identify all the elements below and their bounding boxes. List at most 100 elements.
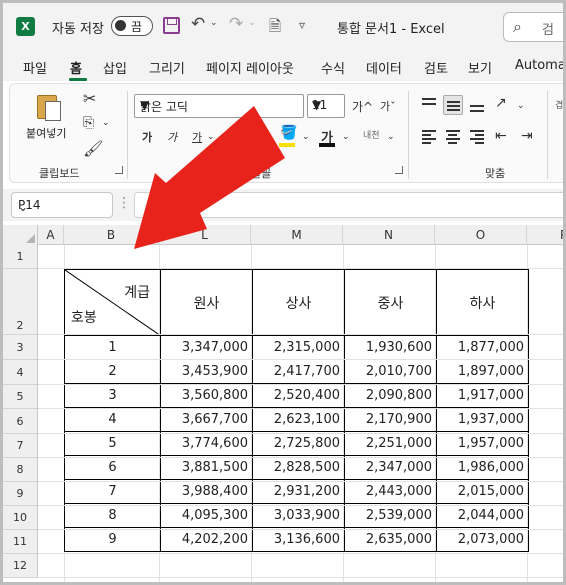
align-center-icon[interactable] [443, 127, 463, 147]
shrink-font-button[interactable]: 가ˇ [380, 98, 396, 114]
step-cell[interactable]: 3 [64, 383, 161, 408]
phonetic-dropdown-icon[interactable]: ⌄ [387, 132, 395, 142]
step-cell[interactable]: 9 [64, 527, 161, 552]
salary-cell[interactable]: 3,988,400 [160, 479, 253, 504]
row-header[interactable]: 6 [3, 409, 38, 434]
salary-cell[interactable]: 2,347,000 [344, 455, 437, 480]
salary-cell[interactable]: 3,667,700 [160, 407, 253, 432]
column-header-p[interactable]: P [527, 225, 563, 245]
salary-cell[interactable]: 2,725,800 [252, 431, 345, 456]
tab-home[interactable]: 홈 [70, 58, 82, 77]
wrap-text-icon[interactable]: 겹 [555, 98, 563, 111]
salary-cell[interactable]: 2,539,000 [344, 503, 437, 528]
salary-cell[interactable]: 4,202,200 [160, 527, 253, 552]
step-cell[interactable]: 4 [64, 407, 161, 432]
salary-cell[interactable]: 1,986,000 [436, 455, 529, 480]
row-header[interactable]: 1 [3, 245, 38, 269]
align-bottom-icon[interactable] [467, 95, 487, 115]
redo-dropdown-icon[interactable]: ⌄ [248, 18, 256, 28]
salary-cell[interactable]: 2,090,800 [344, 383, 437, 408]
salary-cell[interactable]: 1,917,000 [436, 383, 529, 408]
font-launcher-icon[interactable] [395, 166, 403, 174]
column-header-l[interactable]: L [159, 225, 251, 245]
underline-button[interactable]: 가 [192, 129, 202, 145]
step-cell[interactable]: 1 [64, 335, 161, 360]
align-top-icon[interactable] [419, 95, 439, 115]
salary-cell[interactable]: 2,251,000 [344, 431, 437, 456]
salary-cell[interactable]: 2,073,000 [436, 527, 529, 552]
formula-input[interactable] [134, 192, 563, 218]
align-right-icon[interactable] [467, 127, 487, 147]
tab-data[interactable]: 데이터 [366, 58, 402, 77]
paste-icon[interactable] [37, 91, 63, 121]
align-left-icon[interactable] [419, 127, 439, 147]
clipboard-launcher-icon[interactable] [115, 166, 123, 174]
tab-review[interactable]: 검토 [424, 58, 448, 77]
salary-cell[interactable]: 3,774,600 [160, 431, 253, 456]
tab-file[interactable]: 파일 [23, 58, 47, 77]
salary-cell[interactable]: 3,453,900 [160, 359, 253, 384]
step-cell[interactable]: 6 [64, 455, 161, 480]
redo-icon[interactable]: ↷ [229, 14, 243, 34]
column-header-o[interactable]: O [435, 225, 527, 245]
row-header[interactable]: 11 [3, 530, 38, 554]
customize-qat-icon[interactable]: ▿ [299, 18, 305, 32]
name-box[interactable]: P14 ⌄ [11, 192, 113, 218]
step-cell[interactable]: 7 [64, 479, 161, 504]
tab-automate[interactable]: Automat [515, 58, 563, 73]
borders-icon[interactable]: ⊞ [233, 126, 246, 145]
italic-button[interactable]: 가 [167, 129, 177, 145]
bold-button[interactable]: 가 [142, 129, 152, 145]
diagonal-header-cell[interactable]: 계급 호봉 [64, 269, 161, 336]
column-header-a[interactable]: A [38, 225, 64, 245]
print-preview-icon[interactable]: 🗎 [269, 16, 281, 41]
row-header[interactable]: 10 [3, 506, 38, 530]
salary-cell[interactable]: 2,315,000 [252, 335, 345, 360]
save-icon[interactable] [163, 17, 180, 34]
column-header-b[interactable]: B [64, 225, 159, 245]
salary-cell[interactable]: 2,828,500 [252, 455, 345, 480]
column-header-m[interactable]: M [251, 225, 343, 245]
align-middle-icon[interactable] [443, 95, 463, 115]
search-box[interactable]: ⌕ 검 [503, 12, 563, 42]
header-sangsa[interactable]: 상사 [252, 269, 345, 336]
tab-formulas[interactable]: 수식 [321, 58, 345, 77]
cut-icon[interactable]: ✂ [83, 89, 96, 108]
salary-cell[interactable]: 3,136,600 [252, 527, 345, 552]
tab-view[interactable]: 보기 [468, 58, 492, 77]
increase-indent-icon[interactable]: ⇥ [521, 128, 533, 144]
undo-icon[interactable]: ↶ [191, 14, 205, 34]
copy-icon[interactable]: ⎘ [83, 115, 94, 131]
salary-cell[interactable]: 2,931,200 [252, 479, 345, 504]
salary-cell[interactable]: 4,095,300 [160, 503, 253, 528]
step-cell[interactable]: 8 [64, 503, 161, 528]
salary-cell[interactable]: 2,044,000 [436, 503, 529, 528]
salary-cell[interactable]: 2,520,400 [252, 383, 345, 408]
salary-cell[interactable]: 2,170,900 [344, 407, 437, 432]
salary-cell[interactable]: 2,623,100 [252, 407, 345, 432]
font-size-select[interactable]: 11 ▼ [307, 94, 345, 118]
row-header[interactable]: 9 [3, 482, 38, 506]
format-painter-icon[interactable]: 🖌 [83, 139, 103, 158]
row-header[interactable]: 5 [3, 385, 38, 409]
salary-cell[interactable]: 2,635,000 [344, 527, 437, 552]
orientation-dropdown-icon[interactable]: ⌄ [517, 101, 525, 111]
header-wonsa[interactable]: 원사 [160, 269, 253, 336]
tab-draw[interactable]: 그리기 [149, 58, 185, 77]
salary-cell[interactable]: 3,033,900 [252, 503, 345, 528]
salary-cell[interactable]: 1,957,000 [436, 431, 529, 456]
step-cell[interactable]: 2 [64, 359, 161, 384]
salary-cell[interactable]: 3,881,500 [160, 455, 253, 480]
fill-dropdown-icon[interactable]: ⌄ [302, 132, 310, 142]
row-header[interactable]: 7 [3, 434, 38, 458]
header-jungsa[interactable]: 중사 [344, 269, 437, 336]
formula-bar-handle-icon[interactable]: ⋮ [117, 195, 131, 215]
font-color-dropdown-icon[interactable]: ⌄ [342, 132, 350, 142]
decrease-indent-icon[interactable]: ⇤ [495, 128, 507, 144]
tab-insert[interactable]: 삽입 [103, 58, 127, 77]
salary-cell[interactable]: 3,560,800 [160, 383, 253, 408]
column-header-n[interactable]: N [343, 225, 435, 245]
step-cell[interactable]: 5 [64, 431, 161, 456]
phonetic-button[interactable]: 내천 [363, 128, 380, 141]
salary-cell[interactable]: 1,897,000 [436, 359, 529, 384]
